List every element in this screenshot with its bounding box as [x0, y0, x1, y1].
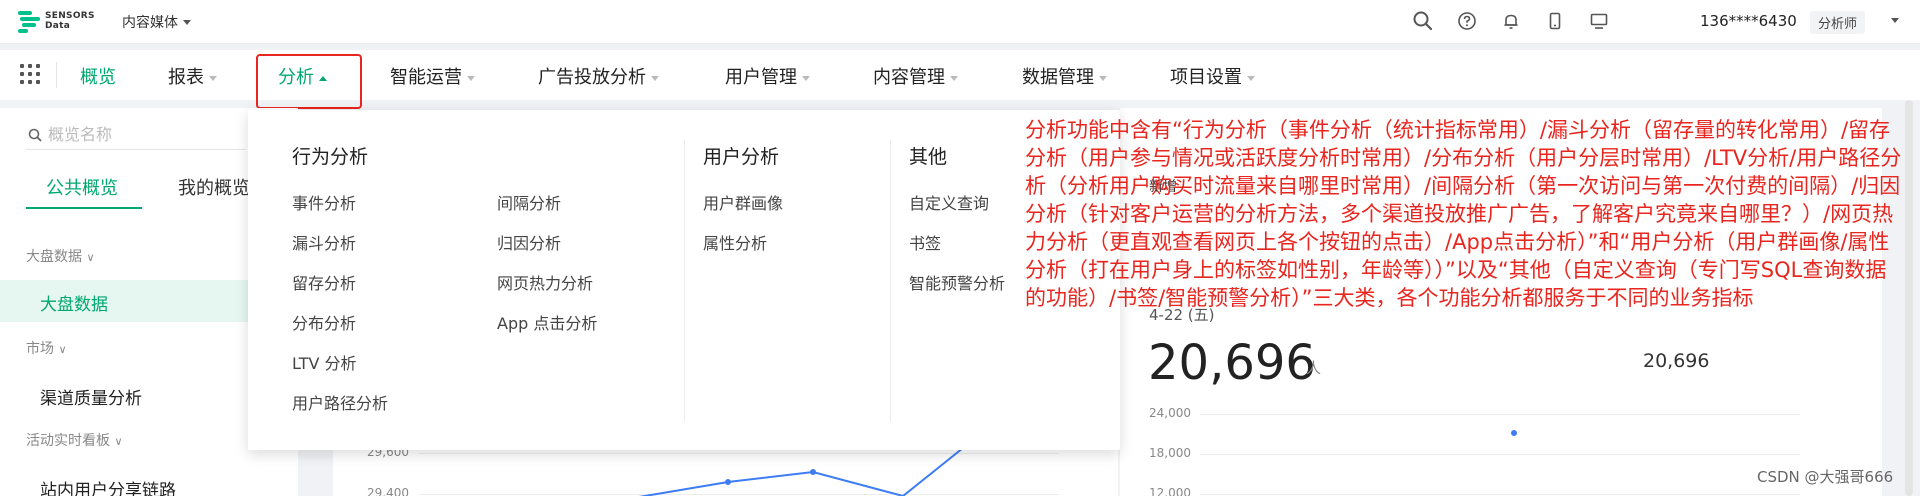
- user-analysis-title: 用户分析: [703, 146, 780, 168]
- sidebar-item-share-chain[interactable]: 站内用户分享链路: [40, 476, 176, 496]
- menu-column-divider: [890, 140, 891, 422]
- menu-item-event-analysis[interactable]: 事件分析: [292, 190, 356, 214]
- nav-item-user-mgmt[interactable]: 用户管理: [725, 63, 810, 89]
- search-icon: [28, 128, 42, 142]
- top-header: SENSORS Data 内容媒体 136****6430 分析师: [0, 0, 1920, 44]
- nav-item-reports[interactable]: 报表: [168, 63, 217, 89]
- header-icons: [1412, 10, 1610, 34]
- analysis-dropdown-menu: 行为分析 事件分析 漏斗分析 留存分析 分布分析 LTV 分析 用户路径分析 间…: [248, 110, 1120, 450]
- logo-text: SENSORS Data: [45, 11, 95, 31]
- menu-item-retention-analysis[interactable]: 留存分析: [292, 270, 356, 294]
- monitor-icon[interactable]: [1588, 10, 1610, 32]
- help-icon[interactable]: [1456, 10, 1478, 32]
- nav-item-overview[interactable]: 概览: [80, 63, 116, 89]
- tab-public-overview[interactable]: 公共概览: [46, 174, 118, 200]
- behavior-analysis-title: 行为分析: [292, 146, 369, 168]
- menu-item-interval-analysis[interactable]: 间隔分析: [497, 190, 561, 214]
- app-grid-icon[interactable]: [20, 64, 40, 84]
- chevron-down-icon: [1099, 76, 1107, 81]
- sidebar-section-market[interactable]: 市场 ∨: [26, 338, 67, 358]
- analysis-highlight-box: [256, 54, 362, 109]
- menu-item-attribute-analysis[interactable]: 属性分析: [703, 230, 767, 254]
- menu-item-distribution-analysis[interactable]: 分布分析: [292, 310, 356, 334]
- chevron-down-icon: [209, 76, 217, 81]
- chevron-down-icon[interactable]: [1891, 18, 1899, 23]
- role-badge[interactable]: 分析师: [1810, 11, 1866, 34]
- nav-item-ad-analysis[interactable]: 广告投放分析: [538, 63, 659, 89]
- sensors-logo[interactable]: SENSORS Data: [18, 8, 98, 36]
- other-title: 其他: [909, 146, 948, 168]
- grid-line: [1200, 454, 1800, 455]
- menu-item-ltv-analysis[interactable]: LTV 分析: [292, 350, 357, 374]
- tab-my-overview[interactable]: 我的概览: [178, 174, 250, 200]
- menu-item-bookmarks[interactable]: 书签: [909, 230, 941, 254]
- data-point: [1511, 430, 1517, 436]
- mobile-icon[interactable]: [1544, 10, 1566, 32]
- y-tick-label: 24,000: [1149, 406, 1191, 420]
- nav-item-smart-ops[interactable]: 智能运营: [390, 63, 475, 89]
- menu-item-heatmap-analysis[interactable]: 网页热力分析: [497, 270, 593, 294]
- menu-item-attribution-analysis[interactable]: 归因分析: [497, 230, 561, 254]
- nav-item-project-settings[interactable]: 项目设置: [1170, 63, 1255, 89]
- big-metric-value: 20,696: [1148, 335, 1316, 391]
- sidebar-section-realtime[interactable]: 活动实时看板 ∨: [26, 430, 123, 450]
- chevron-down-icon: [1247, 76, 1255, 81]
- annotation-text: 分析功能中含有“行为分析（事件分析（统计指标常用）/漏斗分析（留存量的转化常用）…: [1025, 118, 1902, 310]
- compare-metric-value: 20,696: [1643, 350, 1710, 372]
- chevron-down-icon: [467, 76, 475, 81]
- logo-mark-icon: [18, 11, 40, 33]
- menu-item-user-path-analysis[interactable]: 用户路径分析: [292, 390, 388, 414]
- menu-item-funnel-analysis[interactable]: 漏斗分析: [292, 230, 356, 254]
- chevron-down-icon: [651, 76, 659, 81]
- nav-item-content-mgmt[interactable]: 内容管理: [873, 63, 958, 89]
- nav-divider: [56, 62, 57, 88]
- menu-item-custom-query[interactable]: 自定义查询: [909, 190, 989, 214]
- project-selector[interactable]: 内容媒体: [122, 12, 191, 32]
- bell-icon[interactable]: [1500, 10, 1522, 32]
- y-tick-label: 12,000: [1149, 486, 1191, 496]
- overview-search-input[interactable]: 概览名称: [26, 122, 246, 150]
- chevron-down-icon: [950, 76, 958, 81]
- menu-item-app-click-analysis[interactable]: App 点击分析: [497, 310, 597, 334]
- y-tick-label: 18,000: [1149, 446, 1191, 460]
- sidebar-item-channel-quality[interactable]: 渠道质量分析: [40, 384, 142, 409]
- user-account[interactable]: 136****6430: [1700, 12, 1797, 30]
- active-tab-indicator: [26, 207, 142, 209]
- sidebar-section-dashboard[interactable]: 大盘数据 ∨: [26, 246, 95, 266]
- search-icon[interactable]: [1412, 10, 1434, 32]
- menu-column-divider: [684, 140, 685, 422]
- chevron-down-icon: [802, 76, 810, 81]
- grid-line: [1200, 414, 1800, 415]
- big-metric-unit: 人: [1306, 359, 1322, 377]
- grid-line: [1200, 494, 1800, 495]
- nav-item-data-mgmt[interactable]: 数据管理: [1022, 63, 1107, 89]
- menu-item-user-segment-profile[interactable]: 用户群画像: [703, 190, 783, 214]
- menu-item-smart-alert-analysis[interactable]: 智能预警分析: [909, 270, 1005, 294]
- watermark: CSDN @大强哥666: [1757, 468, 1894, 486]
- chevron-down-icon: [183, 20, 191, 25]
